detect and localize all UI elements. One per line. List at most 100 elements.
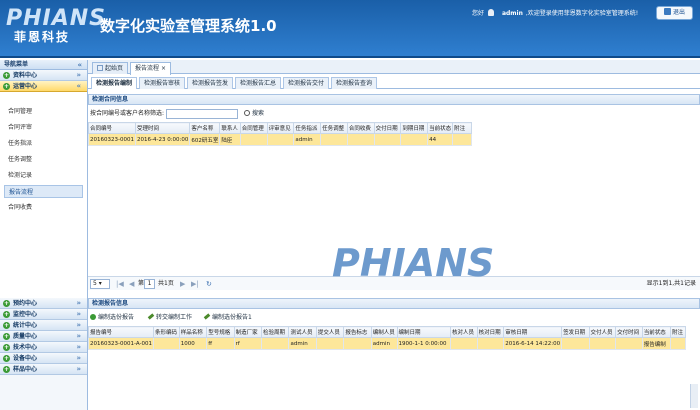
expand-icon: » xyxy=(76,332,81,340)
column-header[interactable]: 任务调整 xyxy=(320,122,348,134)
sidebar-item-test-records[interactable]: 检测记录 xyxy=(4,169,83,182)
compile-report-button[interactable]: 编制选份报告 xyxy=(90,311,134,324)
column-header[interactable]: 任务指派 xyxy=(293,122,322,134)
subtab-review[interactable]: 检测报告审核 xyxy=(139,77,185,89)
column-header[interactable]: 交付日期 xyxy=(373,122,402,134)
logout-button[interactable]: 退出 xyxy=(656,6,693,20)
column-header[interactable]: 当前状态 xyxy=(427,122,454,134)
column-header[interactable]: 附注 xyxy=(670,326,686,338)
sidebar-item-contract-manage[interactable]: 合同管理 xyxy=(4,105,83,118)
column-header[interactable]: 核对日期 xyxy=(476,326,505,338)
subtab-summary[interactable]: 检测报告汇总 xyxy=(235,77,281,89)
sidebar-item-task-assign[interactable]: 任务指派 xyxy=(4,137,83,150)
column-header[interactable]: 核对人员 xyxy=(449,326,478,338)
column-header[interactable]: 当前状态 xyxy=(641,326,672,338)
last-page-icon[interactable]: ▶| xyxy=(191,277,199,291)
table-cell xyxy=(452,133,472,146)
expand-icon: » xyxy=(76,310,81,318)
column-header[interactable]: 条形编码 xyxy=(152,326,180,338)
sidebar-category-monitor[interactable]: + 监控中心 » xyxy=(0,309,87,320)
column-header[interactable]: 受理时间 xyxy=(134,122,191,134)
close-icon[interactable]: × xyxy=(161,65,166,72)
search-input[interactable] xyxy=(166,109,238,119)
sidebar-category-booking[interactable]: + 预约中心 » xyxy=(0,298,87,309)
scrollbar[interactable] xyxy=(690,384,698,408)
search-button[interactable]: 搜索 xyxy=(244,108,264,120)
subtab-query[interactable]: 检测报告查询 xyxy=(331,77,377,89)
column-header[interactable]: 审核日期 xyxy=(503,326,563,338)
column-header[interactable]: 合同管理 xyxy=(239,122,268,134)
sidebar-category-data-center[interactable]: + 资料中心 » xyxy=(0,70,87,81)
company-logo: PHIANS 菲恩科技 xyxy=(6,8,105,45)
tab-label: 报告流程 xyxy=(135,65,160,72)
column-header[interactable]: 交付时间 xyxy=(615,326,643,338)
column-header[interactable]: 附注 xyxy=(452,122,472,134)
button-label: 编制选份报告 xyxy=(98,314,135,321)
column-header[interactable]: 制造厂家 xyxy=(233,326,263,338)
table-cell xyxy=(346,133,375,146)
column-header[interactable]: 型号规格 xyxy=(206,326,235,338)
sidebar-items: 合同管理 合同评审 任务指派 任务调整 检测记录 报告流程 合同收费 xyxy=(0,92,87,298)
tab-home[interactable]: 起始页 xyxy=(92,62,129,74)
column-header[interactable]: 提交人员 xyxy=(315,326,345,338)
column-header[interactable]: 评审意见 xyxy=(266,122,295,134)
user-icon xyxy=(487,9,494,16)
sidebar-category-equipment[interactable]: + 设备中心 » xyxy=(0,353,87,364)
table-cell xyxy=(476,337,505,350)
report-panel-title: 检测报告信息 xyxy=(88,298,700,309)
expand-icon: » xyxy=(76,321,81,329)
column-header[interactable]: 编制人员 xyxy=(370,326,398,338)
column-header[interactable]: 联系人 xyxy=(219,122,241,134)
first-page-icon[interactable]: |◀ xyxy=(116,277,124,291)
column-header[interactable]: 合同收费 xyxy=(346,122,375,134)
column-header[interactable]: 客户名称 xyxy=(189,122,221,134)
table-row[interactable]: 20160323-0001 2016-4-23 0:00:00 602研五室 陆臣 ad… xyxy=(88,133,472,146)
sidebar-category-samples[interactable]: + 样品中心 » xyxy=(0,364,87,375)
watermark-text: PHIANS xyxy=(332,241,494,285)
column-header[interactable]: 检验周期 xyxy=(261,326,290,338)
next-page-icon[interactable]: ▶ xyxy=(180,277,185,291)
column-header[interactable]: 交付人员 xyxy=(588,326,617,338)
column-header[interactable]: 测试人员 xyxy=(288,326,317,338)
subtab-sign[interactable]: 检测报告签发 xyxy=(187,77,233,89)
refresh-icon[interactable]: ↻ xyxy=(206,277,212,291)
plus-icon: + xyxy=(3,300,10,307)
column-header[interactable]: 到期日期 xyxy=(400,122,429,134)
button-label: 转交编制工作 xyxy=(156,314,193,321)
app-title: 数字化实验室管理系统1.0 xyxy=(100,17,277,35)
table-cell xyxy=(343,337,372,350)
contract-table: 合同编号 受理时间 客户名称 联系人 合同管理 评审意见 任务指派 任务调整 合同收费 交付日期到… xyxy=(88,122,472,146)
collapse-sidebar-icon[interactable]: « xyxy=(77,60,82,70)
sidebar-item-report-flow[interactable]: 报告流程 xyxy=(4,185,83,198)
column-header[interactable]: 编制日期 xyxy=(396,326,451,338)
page-size-select[interactable]: 5 ▾ xyxy=(90,279,110,289)
table-cell: 20160323-0001 xyxy=(88,133,136,146)
plus-icon: + xyxy=(3,72,10,79)
sidebar-category-statistics[interactable]: + 统计中心 » xyxy=(0,320,87,331)
contract-panel-title: 检测合同信息 xyxy=(88,94,700,105)
column-header[interactable]: 报告标志 xyxy=(343,326,372,338)
subtab-compile[interactable]: 检测报告编制 xyxy=(91,77,137,89)
sidebar-category-technology[interactable]: + 技术中心 » xyxy=(0,342,87,353)
sidebar-category-operations[interactable]: + 运营中心 « xyxy=(0,81,87,92)
column-header[interactable]: 报告编号 xyxy=(88,326,154,338)
sidebar-item-contract-fee[interactable]: 合同收费 xyxy=(4,201,83,214)
page-number-input[interactable]: 1 xyxy=(144,279,155,289)
prev-page-icon[interactable]: ◀ xyxy=(129,277,134,291)
add-icon xyxy=(90,314,96,320)
expand-icon: » xyxy=(76,343,81,351)
compile-report-1-button[interactable]: 编制选份报告1 xyxy=(203,311,252,324)
tab-report-flow[interactable]: 报告流程 × xyxy=(130,62,171,75)
sidebar-item-task-adjust[interactable]: 任务调整 xyxy=(4,153,83,166)
expand-icon: » xyxy=(76,299,81,307)
table-cell xyxy=(152,337,180,350)
column-header[interactable]: 样品名称 xyxy=(178,326,208,338)
sidebar-item-contract-review[interactable]: 合同评审 xyxy=(4,121,83,134)
button-label: 编制选份报告1 xyxy=(212,314,252,321)
table-row[interactable]: 20160323-0001-A-001 1000 ff rf admin admin 190… xyxy=(88,337,686,350)
column-header[interactable]: 签发日期 xyxy=(561,326,590,338)
transfer-work-button[interactable]: 转交编制工作 xyxy=(147,311,193,324)
sidebar-category-quality[interactable]: + 质量中心 » xyxy=(0,331,87,342)
column-header[interactable]: 合同编号 xyxy=(88,122,136,134)
subtab-deliver[interactable]: 检测报告交付 xyxy=(283,77,329,89)
